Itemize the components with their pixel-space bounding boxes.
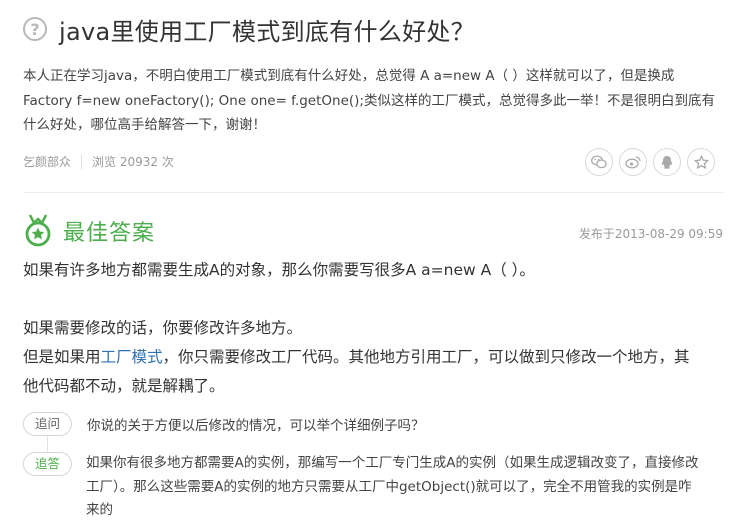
question-circle-icon: ? bbox=[23, 17, 47, 41]
share-bar bbox=[585, 148, 715, 176]
author-name[interactable]: 乞颜部众 bbox=[23, 153, 71, 170]
question-description-line: 什么好处，哪位高手给解答一下，谢谢！ bbox=[23, 117, 266, 133]
weibo-icon bbox=[625, 156, 641, 169]
wechat-share-button[interactable] bbox=[585, 148, 613, 176]
view-count: 浏览 20932 次 bbox=[92, 155, 174, 169]
weibo-share-button[interactable] bbox=[619, 148, 647, 176]
wechat-icon bbox=[591, 155, 607, 169]
followup-answer-line: 如果你有很多地方都需要A的实例，那编写一个工厂专门生成A的实例（如果生成逻辑改变… bbox=[86, 455, 699, 471]
qq-icon bbox=[661, 155, 673, 169]
best-answer-title: 最佳答案 bbox=[63, 221, 156, 246]
question-description-line: 本人正在学习java，不明白使用工厂模式到底有什么好处，总觉得 A a=new … bbox=[23, 68, 675, 84]
medal-icon bbox=[25, 214, 51, 247]
answer-paragraph: 他代码都不动，就是解耦了。 bbox=[23, 377, 225, 395]
question-title: java里使用工厂模式到底有什么好处？ bbox=[59, 17, 475, 46]
question-header: ? java里使用工厂模式到底有什么好处？ bbox=[23, 13, 475, 46]
factory-pattern-link[interactable]: 工厂模式 bbox=[101, 348, 163, 366]
best-answer-body: 如果有许多地方都需要生成A的对象，那么你需要写很多A a=new A（ ）。 如… bbox=[23, 256, 723, 401]
answer-date: 发布于2013-08-29 09:59 bbox=[578, 227, 723, 241]
best-answer-header: 最佳答案 bbox=[23, 214, 155, 248]
question-description: 本人正在学习java，不明白使用工厂模式到底有什么好处，总觉得 A a=new … bbox=[23, 64, 723, 138]
followup-answer-text: 如果你有很多地方都需要A的实例，那编写一个工厂专门生成A的实例（如果生成逻辑改变… bbox=[86, 452, 726, 523]
answer-paragraph: 如果需要修改的话，你要修改许多地方。 bbox=[23, 319, 303, 337]
followup-answer-line: 来的 bbox=[86, 502, 113, 518]
followup-question-text: 你说的关于方便以后修改的情况，可以举个详细例子吗？ bbox=[87, 418, 425, 434]
reply-tag: 追答 bbox=[23, 452, 73, 476]
qq-share-button[interactable] bbox=[653, 148, 681, 176]
meta-divider bbox=[81, 154, 83, 169]
star-icon bbox=[693, 154, 709, 169]
answer-text: ，你只需要修改工厂代码。其他地方引用工厂，可以做到只修改一个地方，其 bbox=[162, 348, 690, 366]
answer-text: 但是如果用 bbox=[23, 348, 101, 366]
ask-tag: 追问 bbox=[23, 412, 73, 436]
followup-question: 追问 你说的关于方便以后修改的情况，可以举个详细例子吗？ bbox=[23, 412, 425, 436]
section-divider bbox=[23, 192, 723, 193]
followup-answer-line: 工厂）。那么这些需要A的实例的地方只需要从工厂中getObject()就可以了，… bbox=[86, 478, 692, 495]
answer-paragraph: 但是如果用工厂模式，你只需要修改工厂代码。其他地方引用工厂，可以做到只修改一个地… bbox=[23, 343, 723, 372]
question-meta: 乞颜部众 浏览 20932 次 bbox=[23, 153, 174, 170]
answer-paragraph: 如果有许多地方都需要生成A的对象，那么你需要写很多A a=new A（ ）。 bbox=[23, 261, 535, 279]
favorite-button[interactable] bbox=[687, 148, 715, 176]
question-description-line: Factory f=new oneFactory(); One one= f.g… bbox=[23, 92, 715, 109]
